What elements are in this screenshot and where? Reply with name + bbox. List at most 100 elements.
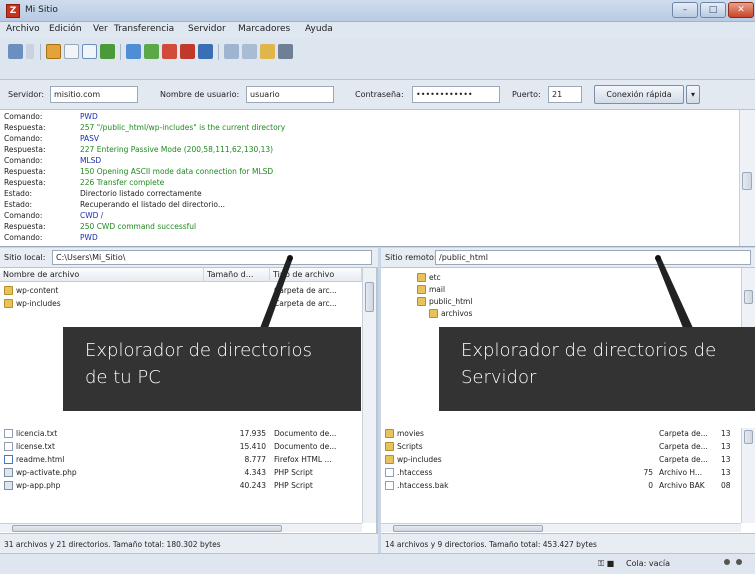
menu-ver[interactable]: Ver bbox=[93, 24, 108, 34]
log-type: Estado: bbox=[4, 200, 33, 209]
local-file-row[interactable]: licencia.txt 17.935 Documento de... bbox=[0, 428, 362, 440]
html-icon bbox=[4, 455, 13, 464]
log-message: 227 Entering Passive Mode (200,58,111,62… bbox=[80, 145, 274, 154]
log-type: Respuesta: bbox=[4, 167, 46, 176]
process-queue-icon[interactable] bbox=[144, 44, 159, 59]
remote-status: 14 archivos y 9 directorios. Tamaño tota… bbox=[381, 533, 755, 553]
file-type: Carpeta de... bbox=[659, 429, 708, 438]
remote-path-input[interactable]: /public_html bbox=[435, 250, 751, 265]
menu-transferencia[interactable]: Transferencia bbox=[114, 24, 174, 34]
file-icon bbox=[385, 468, 394, 477]
toggle-remote-tree-icon[interactable] bbox=[82, 44, 97, 59]
column-size[interactable]: Tamaño d... bbox=[204, 268, 270, 282]
file-type: Carpeta de arc... bbox=[274, 286, 337, 295]
menu-archivo[interactable]: Archivo bbox=[6, 24, 40, 34]
toggle-local-tree-icon[interactable] bbox=[64, 44, 79, 59]
remote-tree-item[interactable]: etc bbox=[381, 272, 731, 284]
file-name: Scripts bbox=[397, 442, 423, 451]
folder-icon bbox=[385, 429, 394, 438]
folder-icon bbox=[417, 297, 426, 306]
remote-file-row[interactable]: .htaccess 75 Archivo H... 13 bbox=[381, 467, 741, 479]
remote-file-row[interactable]: movies Carpeta de... 13 bbox=[381, 428, 741, 440]
file-size: 15.410 bbox=[239, 442, 266, 451]
local-file-row[interactable]: wp-app.php 40.243 PHP Script bbox=[0, 480, 362, 492]
file-type: Documento de... bbox=[274, 442, 337, 451]
title-bar: Z Mi Sitio – □ ✕ bbox=[0, 0, 755, 22]
local-callout-dot bbox=[287, 255, 293, 261]
column-name[interactable]: Nombre de archivo bbox=[0, 268, 204, 282]
file-type: Archivo BAK bbox=[659, 481, 705, 490]
remote-file-row[interactable]: .htaccess.bak 0 Archivo BAK 08 bbox=[381, 480, 741, 492]
menu-edicion[interactable]: Edición bbox=[49, 24, 82, 34]
server-input[interactable] bbox=[50, 86, 138, 103]
local-status: 31 archivos y 21 directorios. Tamaño tot… bbox=[0, 533, 378, 553]
remote-file-row[interactable]: Scripts Carpeta de... 13 bbox=[381, 441, 741, 453]
reconnect-icon[interactable] bbox=[198, 44, 213, 59]
folder-icon bbox=[417, 285, 426, 294]
local-file-row[interactable]: wp-activate.php 4.343 PHP Script bbox=[0, 467, 362, 479]
menu-servidor[interactable]: Servidor bbox=[188, 24, 226, 34]
compare-icon[interactable] bbox=[242, 44, 257, 59]
log-message: 226 Transfer complete bbox=[80, 178, 165, 187]
file-perm: 13 bbox=[721, 468, 731, 477]
cancel-icon[interactable] bbox=[162, 44, 177, 59]
folder-icon bbox=[385, 455, 394, 464]
remote-tree-item[interactable]: mail bbox=[381, 284, 731, 296]
log-message: 257 "/public_html/wp-includes" is the cu… bbox=[80, 123, 286, 132]
column-type[interactable]: Tipo de archivo bbox=[270, 268, 362, 282]
filter-icon[interactable] bbox=[224, 44, 239, 59]
remote-callout: Explorador de directorios de Servidor bbox=[439, 327, 755, 411]
quickconnect-dropdown-icon[interactable]: ▾ bbox=[686, 85, 700, 104]
site-manager-icon[interactable] bbox=[8, 44, 23, 59]
file-type: PHP Script bbox=[274, 481, 313, 490]
log-type: Comando: bbox=[4, 134, 43, 143]
file-type: Carpeta de arc... bbox=[274, 299, 337, 308]
menu-marcadores[interactable]: Marcadores bbox=[238, 24, 290, 34]
local-hscrollbar[interactable] bbox=[0, 523, 362, 532]
disconnect-icon[interactable] bbox=[180, 44, 195, 59]
local-file-row[interactable]: wp-content Carpeta de arc... bbox=[0, 285, 362, 297]
binoculars-icon[interactable] bbox=[278, 44, 293, 59]
maximize-button[interactable]: □ bbox=[700, 2, 726, 18]
minimize-button[interactable]: – bbox=[672, 2, 698, 18]
port-input[interactable] bbox=[548, 86, 582, 103]
username-input[interactable] bbox=[246, 86, 334, 103]
activity-light-icon bbox=[724, 559, 730, 565]
file-perm: 13 bbox=[721, 429, 731, 438]
remote-file-row[interactable]: wp-includes Carpeta de... 13 bbox=[381, 454, 741, 466]
local-file-row[interactable]: readme.html 8.777 Firefox HTML ... bbox=[0, 454, 362, 466]
log-message: 150 Opening ASCII mode data connection f… bbox=[80, 167, 274, 176]
remote-tree-item[interactable]: archivos bbox=[381, 308, 731, 320]
local-scrollbar[interactable] bbox=[362, 268, 376, 523]
file-perm: 13 bbox=[721, 455, 731, 464]
log-scrollbar[interactable] bbox=[739, 110, 755, 246]
file-type: Carpeta de... bbox=[659, 442, 708, 451]
remote-scrollbar[interactable] bbox=[741, 428, 755, 523]
log-type: Comando: bbox=[4, 156, 43, 165]
remote-callout-line-2: Servidor bbox=[461, 367, 537, 388]
file-type: Documento de... bbox=[274, 429, 337, 438]
message-log: Comando: PWD Respuesta: 257 "/public_html/w… bbox=[0, 110, 755, 247]
password-input[interactable] bbox=[412, 86, 500, 103]
local-site-label: Sitio local: bbox=[4, 253, 46, 262]
folder-icon bbox=[417, 273, 426, 282]
remote-hscrollbar[interactable] bbox=[381, 523, 741, 532]
local-file-row[interactable]: wp-includes Carpeta de arc... bbox=[0, 298, 362, 310]
remote-callout-line-1: Explorador de directorios de bbox=[461, 340, 717, 361]
chevron-down-icon[interactable] bbox=[26, 44, 34, 59]
file-size: 17.935 bbox=[239, 429, 266, 438]
remote-tree-item[interactable]: public_html bbox=[381, 296, 731, 308]
file-name: wp-content bbox=[16, 286, 59, 295]
refresh-icon[interactable] bbox=[126, 44, 141, 59]
local-path-input[interactable]: C:\Users\Mi_Sitio\ bbox=[52, 250, 372, 265]
local-file-row[interactable]: license.txt 15.410 Documento de... bbox=[0, 441, 362, 453]
sync-browse-icon[interactable] bbox=[260, 44, 275, 59]
toggle-log-icon[interactable] bbox=[46, 44, 61, 59]
log-message: PWD bbox=[80, 233, 98, 242]
close-button[interactable]: ✕ bbox=[728, 2, 754, 18]
toggle-queue-icon[interactable] bbox=[100, 44, 115, 59]
menu-ayuda[interactable]: Ayuda bbox=[305, 24, 333, 34]
log-message: Directorio listado correctamente bbox=[80, 189, 202, 198]
quickconnect-button[interactable]: Conexión rápida bbox=[594, 85, 684, 104]
port-label: Puerto: bbox=[512, 90, 541, 99]
